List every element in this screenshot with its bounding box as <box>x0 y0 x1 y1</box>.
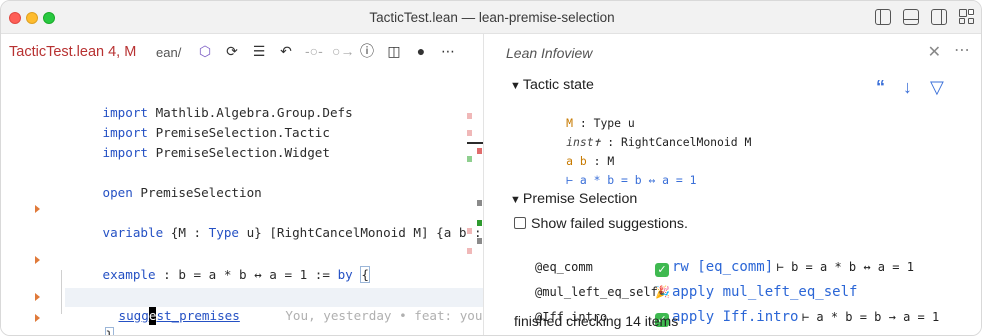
goal-controls: “ ↓ ▽ <box>876 77 944 98</box>
infoview-title: Lean Infoview <box>506 45 593 61</box>
tab-problem-count: 4, M <box>108 44 137 60</box>
code-line: variable {M : Type u} [RightCancelMonoid… <box>102 225 505 240</box>
scroll-marker <box>467 113 472 119</box>
fold-arrow-icon[interactable] <box>35 293 40 301</box>
vscode-window: TacticTest.lean — lean-premise-selection… <box>0 0 982 336</box>
code-line: } <box>59 309 115 335</box>
split-editor-icon[interactable]: ◫ <box>386 43 402 59</box>
keyword: variable <box>102 225 164 240</box>
tab-filename: TacticTest.lean <box>9 44 105 60</box>
more-actions-icon[interactable]: ⋯ <box>440 43 456 59</box>
editor-tab-bar: TacticTest.lean 4, M ean/ ⬡ ⟳ ☰ ↶ -○- ○→ … <box>1 34 483 70</box>
fold-arrow-icon[interactable] <box>35 314 40 322</box>
premise-selection-label: Premise Selection <box>522 191 638 207</box>
show-failed-label: Show failed suggestions. <box>531 216 688 232</box>
commit-next-icon[interactable]: ○→ <box>332 43 354 59</box>
filter-icon[interactable]: ▽ <box>930 77 944 98</box>
close-icon[interactable]: ✕ <box>928 42 941 62</box>
copy-to-comment-icon[interactable]: “ <box>876 77 885 98</box>
suggested-tactic-link[interactable]: apply Iff.intro <box>672 309 798 325</box>
scroll-marker <box>477 238 482 244</box>
scroll-marker <box>477 148 482 154</box>
suggestion-row: @Iff.intro ✓ apply Iff.intro ⊢ a * b = b →… <box>514 287 939 327</box>
code-editor[interactable]: import Mathlib import Mathlib.Algebra.Gr… <box>1 70 573 335</box>
layout-controls <box>875 9 975 25</box>
code-line: import Mathlib.Algebra.Group.Defs <box>102 105 353 120</box>
scroll-marker <box>477 200 482 206</box>
scroll-marker <box>467 156 472 162</box>
show-failed-toggle[interactable]: Show failed suggestions. <box>514 216 688 232</box>
fold-arrow-icon[interactable] <box>35 205 40 213</box>
lean-cube-icon[interactable]: ⬡ <box>197 43 213 59</box>
toggle-panel-icon[interactable] <box>903 9 919 25</box>
title-bar: TacticTest.lean — lean-premise-selection <box>1 1 981 34</box>
reverse-order-icon[interactable]: ↓ <box>903 77 912 98</box>
editor-tab[interactable]: TacticTest.lean 4, M <box>9 44 136 60</box>
infoview-toggle-icon[interactable]: ☰ <box>251 43 267 59</box>
indent-guide <box>61 270 62 314</box>
collapse-triangle-icon: ▼ <box>510 80 521 92</box>
suggestion-row: @mul_left_eq_self🎉 apply mul_left_eq_self <box>514 262 857 300</box>
suggestion-row: @eq_comm ✓ rw [eq_comm] ⊢ b = a * b ↔ a = … <box>514 237 914 277</box>
breadcrumb-path: ean/ <box>156 45 182 60</box>
window-title: TacticTest.lean — lean-premise-selection <box>369 10 615 25</box>
commit-previous-icon[interactable]: -○- <box>305 43 323 59</box>
customize-layout-icon[interactable] <box>959 9 975 25</box>
tactic-state-label: Tactic state <box>522 77 594 93</box>
editor-toolbar: ⬡ ⟳ ☰ ↶ -○- ○→ ⓘ ◫ ● ⋯ <box>197 43 456 59</box>
code-line: import PremiseSelection.Tactic <box>102 125 330 140</box>
keyword: open <box>102 185 133 200</box>
code-line: import PremiseSelection.Widget <box>102 145 330 160</box>
timeline-icon[interactable]: ⓘ <box>359 43 375 59</box>
lean-infoview-panel: Lean Infoview ✕ ⋯ ▼ Tactic state “ ↓ ▽ M … <box>484 34 981 335</box>
source-control-icon[interactable]: ⟳ <box>224 43 240 59</box>
scroll-marker <box>477 220 482 226</box>
resulting-goal: ⊢ a * b = b → a = 1 <box>801 310 940 324</box>
toggle-primary-sidebar-icon[interactable] <box>875 9 891 25</box>
toggle-secondary-sidebar-icon[interactable] <box>931 9 947 25</box>
code-line: example : b = a * b ↔ a = 1 := by { <box>102 266 370 283</box>
fold-arrow-icon[interactable] <box>35 256 40 264</box>
collapse-triangle-icon: ▼ <box>510 194 521 206</box>
scroll-marker <box>467 248 472 254</box>
go-back-icon[interactable]: ↶ <box>278 43 294 59</box>
keyword: import <box>102 145 149 160</box>
status-text: finished checking 14 items <box>514 313 679 329</box>
scroll-marker <box>467 228 472 234</box>
scroll-marker <box>467 130 472 136</box>
unsaved-dot-icon[interactable]: ● <box>413 43 429 59</box>
show-failed-checkbox[interactable] <box>514 217 526 229</box>
tactic-state-header[interactable]: ▼ Tactic state <box>510 77 594 93</box>
more-actions-icon[interactable]: ⋯ <box>954 40 971 60</box>
premise-selection-header[interactable]: ▼ Premise Selection <box>510 191 637 207</box>
code-line: open PremiseSelection <box>102 185 262 200</box>
code-line: rw [eq_comm] <box>73 268 210 302</box>
